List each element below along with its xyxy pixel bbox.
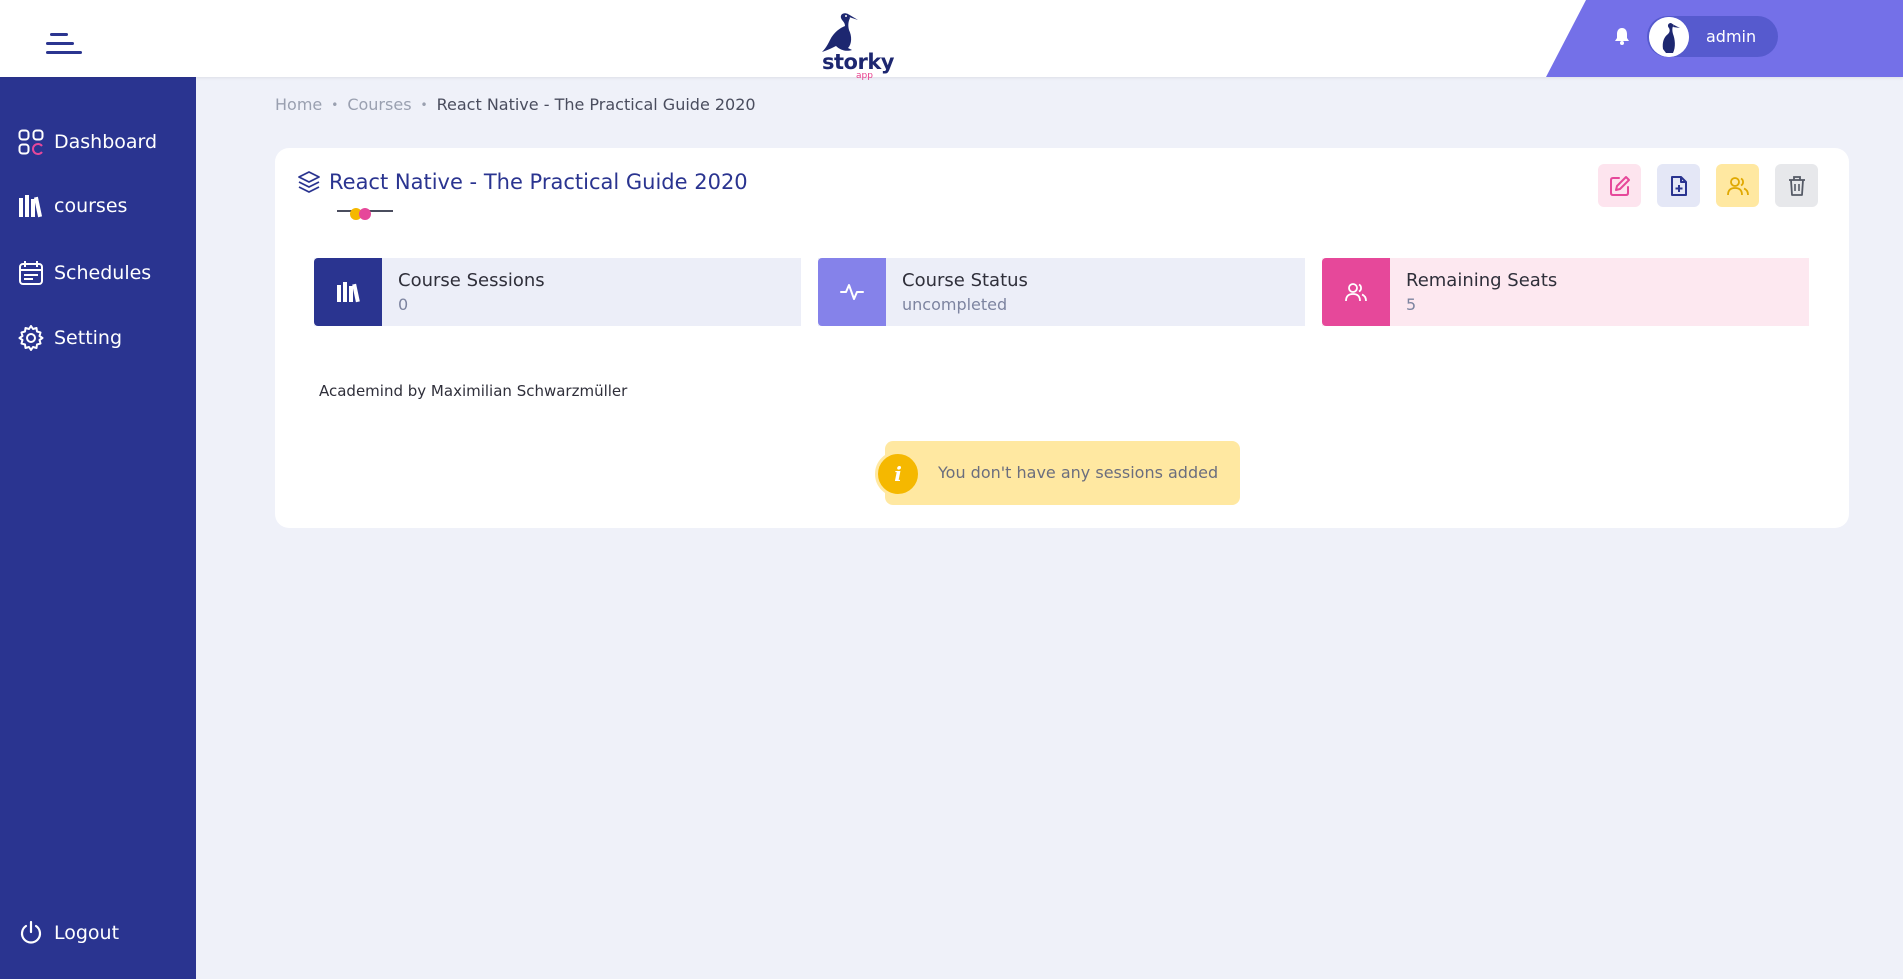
user-name: admin <box>1706 27 1757 46</box>
menu-line-icon <box>50 33 68 36</box>
sidebar-item-courses[interactable]: courses <box>18 190 196 222</box>
users-icon <box>1345 283 1367 302</box>
logo-subtext: app <box>856 71 873 81</box>
gear-icon <box>18 325 44 351</box>
activity-icon <box>840 284 864 300</box>
dashboard-icon <box>18 129 44 155</box>
stat-label: Course Sessions <box>398 270 545 291</box>
avatar <box>1649 17 1689 57</box>
course-title: React Native - The Practical Guide 2020 <box>329 170 748 194</box>
logout-button[interactable]: Logout <box>18 917 196 949</box>
breadcrumb: Home • Courses • React Native - The Prac… <box>275 95 756 114</box>
stat-remaining-seats: Remaining Seats 5 <box>1322 258 1809 326</box>
sidebar-item-label: Dashboard <box>54 131 158 153</box>
stat-icon-box <box>1322 258 1390 326</box>
calendar-icon <box>19 261 43 285</box>
stat-value: 5 <box>1406 295 1417 314</box>
stat-label: Remaining Seats <box>1406 270 1558 291</box>
info-icon: i <box>875 451 921 497</box>
logout-label: Logout <box>54 922 120 944</box>
books-icon <box>337 282 360 303</box>
stat-label: Course Status <box>902 270 1028 291</box>
edit-icon <box>1609 175 1630 196</box>
stat-value: uncompleted <box>902 295 1008 314</box>
alert-message: You don't have any sessions added <box>938 463 1219 482</box>
students-button[interactable] <box>1716 164 1759 207</box>
breadcrumb-home[interactable]: Home <box>275 95 322 114</box>
sidebar-item-schedules[interactable]: Schedules <box>18 257 196 289</box>
course-card: React Native - The Practical Guide 2020 <box>275 148 1849 528</box>
decorative-dots-icon <box>350 208 371 220</box>
menu-line-icon <box>46 51 82 54</box>
books-icon <box>19 195 43 218</box>
sidebar-item-label: courses <box>54 195 128 217</box>
top-bar: storky app admin <box>0 0 1903 81</box>
layers-icon <box>298 171 320 193</box>
sidebar-item-dashboard[interactable]: Dashboard <box>18 126 196 158</box>
user-menu-button[interactable]: admin <box>1647 16 1778 57</box>
stat-value: 0 <box>398 295 409 314</box>
menu-toggle-button[interactable] <box>46 33 82 57</box>
sidebar-item-label: Schedules <box>54 262 152 284</box>
stat-icon-box <box>818 258 886 326</box>
file-plus-icon <box>1670 175 1687 196</box>
sidebar-item-label: Setting <box>54 327 123 349</box>
breadcrumb-separator: • <box>420 97 428 112</box>
stat-icon-box <box>314 258 382 326</box>
sidebar: Dashboard courses Schedules Setting Logo… <box>0 77 196 979</box>
course-instructor: Academind by Maximilian Schwarzmüller <box>319 382 628 400</box>
stork-avatar-icon <box>1649 17 1689 57</box>
add-session-button[interactable] <box>1657 164 1700 207</box>
sidebar-item-setting[interactable]: Setting <box>18 322 196 354</box>
delete-course-button[interactable] <box>1775 164 1818 207</box>
no-sessions-alert: i You don't have any sessions added <box>875 441 1240 505</box>
power-icon <box>20 920 42 944</box>
stat-course-status: Course Status uncompleted <box>818 258 1305 326</box>
breadcrumb-separator: • <box>331 97 339 112</box>
app-logo[interactable]: storky app <box>808 10 898 81</box>
bell-icon[interactable] <box>1614 27 1630 45</box>
edit-course-button[interactable] <box>1598 164 1641 207</box>
trash-icon <box>1788 175 1805 196</box>
stat-course-sessions: Course Sessions 0 <box>314 258 801 326</box>
menu-line-icon <box>46 42 74 45</box>
users-icon <box>1726 176 1749 195</box>
breadcrumb-current: React Native - The Practical Guide 2020 <box>436 95 756 114</box>
breadcrumb-courses[interactable]: Courses <box>347 95 411 114</box>
